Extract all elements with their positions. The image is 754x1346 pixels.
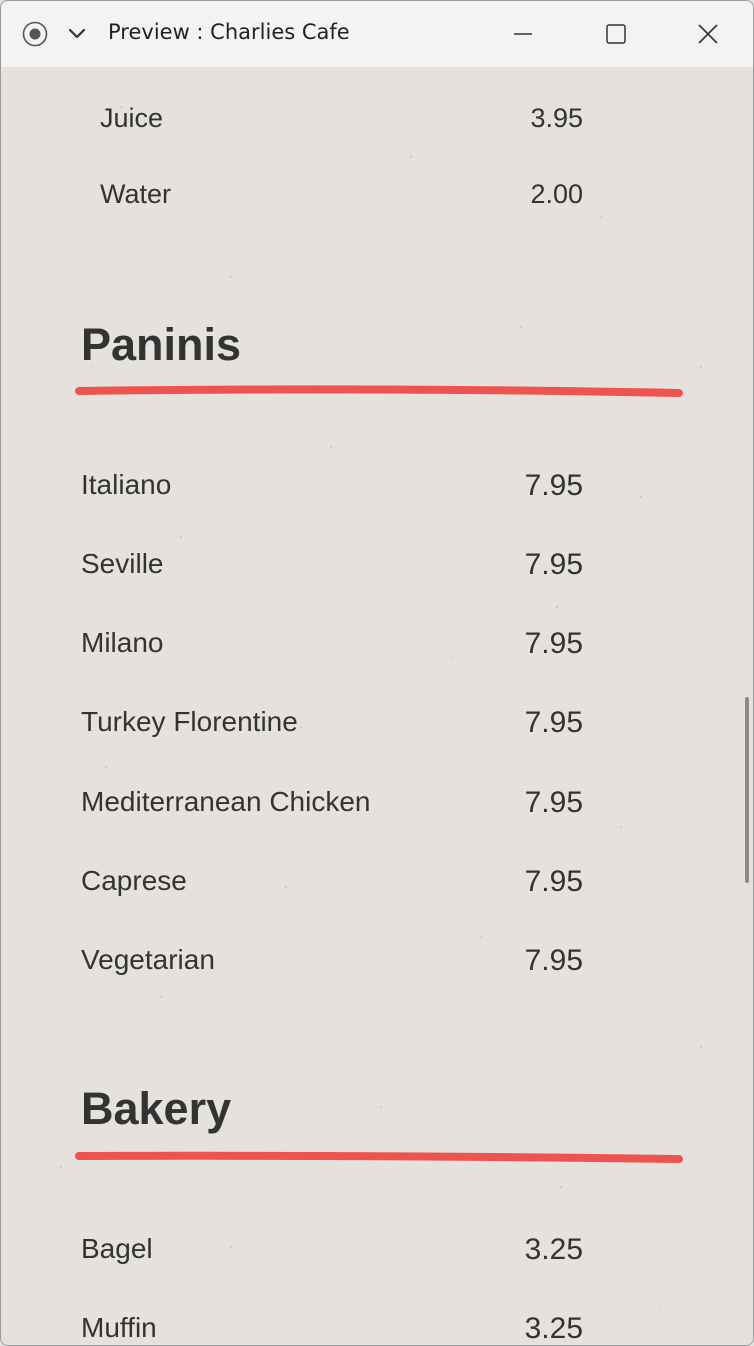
list-item: Italiano 7.95 <box>1 469 753 509</box>
item-price: 3.95 <box>530 103 583 133</box>
item-name: Milano <box>81 627 164 658</box>
chevron-down-icon[interactable] <box>67 26 87 42</box>
item-price: 7.95 <box>524 786 583 819</box>
item-name: Water <box>100 179 172 209</box>
list-item: Bagel 3.25 <box>1 1233 753 1273</box>
list-item: Seville 7.95 <box>1 548 753 588</box>
minimize-icon <box>514 33 532 35</box>
maximize-button[interactable] <box>596 13 636 55</box>
list-item: Milano 7.95 <box>1 627 753 667</box>
vertical-scrollbar[interactable] <box>745 697 749 883</box>
close-button[interactable] <box>688 13 728 55</box>
item-name: Mediterranean Chicken <box>81 786 371 817</box>
list-item: Juice 3.95 <box>1 103 753 143</box>
title-bar[interactable]: Preview : Charlies Cafe <box>1 1 753 67</box>
section-title-paninis: Paninis <box>81 319 242 370</box>
item-price: 7.95 <box>524 548 583 581</box>
item-price: 7.95 <box>524 865 583 898</box>
window-title: Preview : Charlies Cafe <box>108 20 350 44</box>
item-name: Juice <box>100 103 164 133</box>
item-price: 7.95 <box>524 627 583 660</box>
item-price: 3.25 <box>524 1312 583 1345</box>
section-title-bakery: Bakery <box>81 1083 232 1134</box>
list-item: Mediterranean Chicken 7.95 <box>1 786 753 826</box>
maximize-icon <box>606 24 626 44</box>
section-underline <box>75 1151 683 1163</box>
list-item: Caprese 7.95 <box>1 865 753 905</box>
item-name: Bagel <box>81 1233 153 1264</box>
item-price: 7.95 <box>524 944 583 977</box>
record-icon[interactable] <box>22 21 48 47</box>
item-name: Muffin <box>81 1312 157 1343</box>
item-price: 7.95 <box>524 469 583 502</box>
close-icon <box>698 24 718 44</box>
list-item: Muffin 3.25 <box>1 1312 753 1345</box>
list-item: Turkey Florentine 7.95 <box>1 706 753 746</box>
item-price: 2.00 <box>530 179 583 209</box>
list-item: Vegetarian 7.95 <box>1 944 753 984</box>
item-name: Turkey Florentine <box>81 706 298 737</box>
minimize-button[interactable] <box>503 13 543 55</box>
item-name: Italiano <box>81 469 172 500</box>
list-item: Water 2.00 <box>1 179 753 219</box>
item-price: 3.25 <box>524 1233 583 1266</box>
preview-window: Preview : Charlies Cafe Juice 3.95 Water… <box>0 0 754 1346</box>
menu-content[interactable]: Juice 3.95 Water 2.00 Paninis Italiano 7… <box>1 67 753 1345</box>
item-name: Seville <box>81 548 164 579</box>
item-price: 7.95 <box>524 706 583 739</box>
item-name: Caprese <box>81 865 187 896</box>
section-underline <box>75 385 683 397</box>
item-name: Vegetarian <box>81 944 215 975</box>
